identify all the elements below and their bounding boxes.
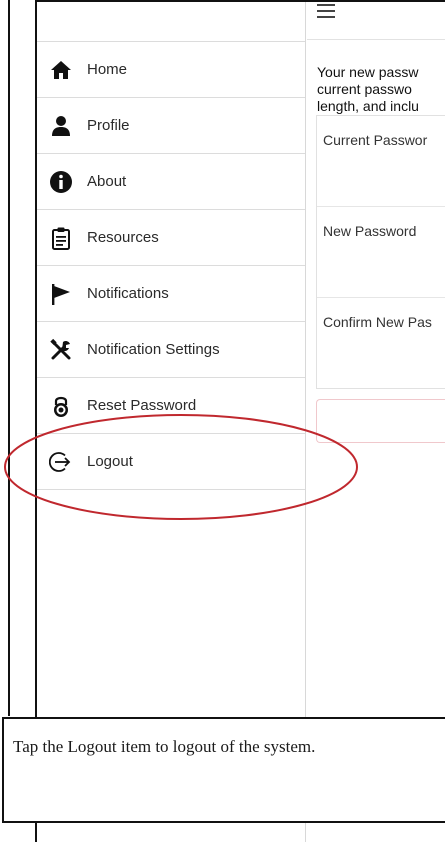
instruction-caption: Tap the Logout item to logout of the sys… (2, 717, 445, 823)
hamburger-menu-icon[interactable] (317, 4, 335, 18)
sidebar-item-label: About (87, 173, 127, 190)
clipboard-icon (49, 226, 73, 250)
tools-icon (49, 338, 73, 362)
field-label: Confirm New Pas (323, 314, 432, 330)
field-label: Current Passwor (323, 132, 428, 148)
logout-icon (49, 450, 73, 474)
sidebar-item-about[interactable]: About (37, 154, 305, 210)
info-icon (49, 170, 73, 194)
sidebar-item-label: Profile (87, 117, 130, 134)
user-icon (49, 114, 73, 138)
instruction-line: Your new passw (317, 64, 419, 80)
home-icon (49, 58, 73, 82)
confirm-password-field[interactable]: Confirm New Pas (317, 298, 445, 389)
sidebar-item-profile[interactable]: Profile (37, 98, 305, 154)
sidebar-item-label: Reset Password (87, 397, 197, 414)
sidebar-item-notifications[interactable]: Notifications (37, 266, 305, 322)
sidebar-item-notification-settings[interactable]: Notification Settings (37, 322, 305, 378)
top-bar (307, 2, 445, 40)
sidebar-item-logout[interactable]: Logout (37, 434, 305, 490)
instruction-line: current passwo (317, 81, 412, 97)
new-password-field[interactable]: New Password (317, 207, 445, 298)
caption-text: Tap the Logout item to logout of the sys… (13, 737, 316, 756)
current-password-field[interactable]: Current Passwor (317, 116, 445, 207)
sidebar: Home Profile About Resources Notificatio… (37, 2, 306, 842)
flag-icon (49, 282, 73, 306)
sidebar-item-reset-password[interactable]: Reset Password (37, 378, 305, 434)
sidebar-item-label: Logout (87, 453, 133, 470)
sidebar-item-label: Home (87, 61, 128, 78)
padlock-icon (49, 394, 73, 418)
password-instructions: Your new passw current passwo length, an… (317, 64, 445, 115)
sidebar-item-label: Notifications (87, 285, 169, 302)
instruction-line: length, and inclu (317, 98, 419, 114)
field-label: New Password (323, 223, 417, 239)
sidebar-item-home[interactable]: Home (37, 42, 305, 98)
password-form: Current Passwor New Password Confirm New… (316, 115, 445, 389)
reset-password-panel: Your new passw current passwo length, an… (307, 2, 445, 842)
submit-button[interactable] (316, 399, 445, 443)
left-frame-line (8, 0, 10, 716)
sidebar-item-label: Resources (87, 229, 159, 246)
sidebar-header (37, 2, 305, 42)
sidebar-item-resources[interactable]: Resources (37, 210, 305, 266)
sidebar-item-label: Notification Settings (87, 341, 220, 358)
